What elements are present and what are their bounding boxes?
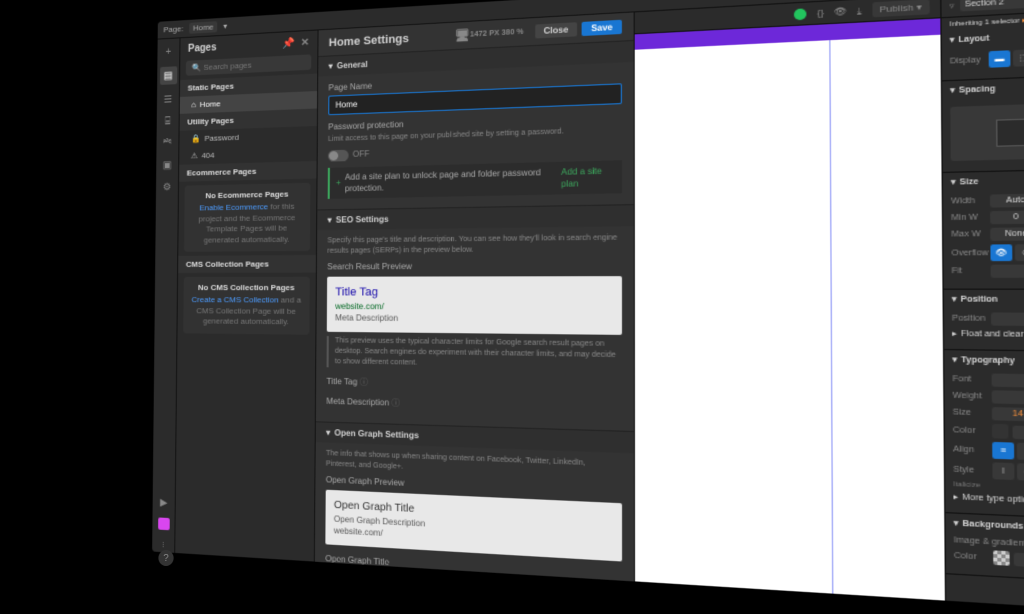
publish-button[interactable]: Publish ▾	[872, 0, 930, 17]
font-size-input[interactable]: 14	[992, 407, 1024, 422]
add-site-plan-link[interactable]: Add a site plan	[561, 164, 615, 190]
device-icon[interactable]: 🖥	[455, 28, 470, 43]
help-icon[interactable]: ?	[158, 550, 173, 566]
text-color-swatch[interactable]	[992, 424, 1009, 439]
password-toggle[interactable]	[328, 149, 349, 161]
lock-icon: 🔒	[191, 134, 201, 143]
width-input[interactable]: Auto	[990, 194, 1024, 208]
settings-title: Home Settings	[329, 32, 409, 49]
video-icon[interactable]: ▶	[157, 495, 171, 510]
position-head[interactable]: ▾ Position	[944, 290, 1024, 310]
more-type-row[interactable]: ▸ More type options	[953, 492, 1024, 510]
ecom-empty-card: No Ecommerce Pages Enable Ecommerce for …	[184, 183, 310, 252]
settings-icon[interactable]: ⚙	[160, 180, 174, 194]
display-buttons[interactable]: ▬⬚⊞⊟⊠∅	[989, 45, 1024, 68]
weight-select[interactable]: 400 - Normal	[992, 390, 1024, 407]
selector-icon[interactable]: ▿	[949, 1, 954, 11]
canvas-dims: 1472 PX 380 %	[470, 28, 524, 38]
plus-icon: +	[336, 177, 341, 189]
cms-empty-card: No CMS Collection Pages Create a CMS Col…	[183, 277, 309, 335]
preview-icon[interactable]: 👁	[834, 6, 847, 17]
breadcrumb-label: Page:	[163, 24, 183, 34]
enable-ecom-link[interactable]: Enable Ecommerce	[199, 202, 268, 212]
page-settings-panel: Home Settings 🖥 1472 PX 380 % Close Save…	[315, 12, 635, 581]
close-button[interactable]: Close	[535, 22, 578, 38]
close-icon[interactable]: ✕	[301, 37, 310, 49]
selector-pill[interactable]: Section 2	[959, 0, 1024, 12]
export-icon[interactable]: ⤓	[857, 5, 862, 17]
pages-cat-cms: CMS Collection Pages	[178, 255, 316, 273]
pages-panel: Pages 📌 ✕ 🔍 Search pages Static Pages ⌂H…	[175, 30, 318, 561]
add-icon[interactable]: +	[162, 45, 175, 60]
pages-cat-ecom: Ecommerce Pages	[179, 161, 317, 182]
serp-preview: Title Tag website.com/ Meta Description	[327, 276, 622, 336]
pin-icon[interactable]: 📌	[282, 38, 295, 50]
warning-icon: ⚠	[191, 151, 198, 160]
breadcrumb-current[interactable]: Home	[189, 21, 217, 34]
design-canvas: {} 👁 ⤓ Publish ▾	[635, 0, 945, 601]
cart-icon[interactable]: ⎃	[161, 136, 174, 150]
align-buttons[interactable]: ≡≡≡≡	[992, 442, 1024, 462]
cms-icon[interactable]: ⌸	[161, 114, 174, 128]
assets-icon[interactable]: ▣	[160, 158, 173, 172]
audit-icon[interactable]	[158, 517, 170, 530]
style-panel: ▿ Section 2 ▾ Inheriting 1 selector ▸ ▾ …	[940, 0, 1024, 614]
pages-icon[interactable]: ▤	[160, 66, 177, 85]
home-icon: ⌂	[191, 100, 196, 109]
upgrade-notice: + Add a site plan to unlock page and fol…	[328, 160, 622, 199]
status-dot	[794, 8, 807, 20]
position-select[interactable]: Static	[991, 312, 1024, 326]
layout-guide	[829, 40, 833, 594]
size-head[interactable]: ▾ Size	[943, 168, 1024, 191]
create-cms-link[interactable]: Create a CMS Collection	[192, 295, 279, 304]
style-buttons[interactable]: I⊘SUO	[992, 462, 1024, 483]
canvas-viewport[interactable]	[635, 18, 945, 600]
bg-color-swatch[interactable]	[993, 550, 1010, 565]
chevron-down-icon[interactable]: ▾	[223, 22, 227, 31]
chevron-down-icon: ▾	[329, 61, 333, 70]
font-select[interactable]: Arial	[992, 373, 1024, 389]
layers-icon[interactable]: ☰	[161, 92, 174, 106]
save-button[interactable]: Save	[582, 20, 622, 36]
chevron-down-icon: ▾	[327, 215, 331, 224]
chevron-down-icon: ▾	[326, 428, 330, 438]
float-clear-row[interactable]: ▸ Float and clear	[952, 329, 1024, 340]
spacing-editor[interactable]	[950, 100, 1024, 161]
code-icon[interactable]: {}	[817, 7, 824, 18]
